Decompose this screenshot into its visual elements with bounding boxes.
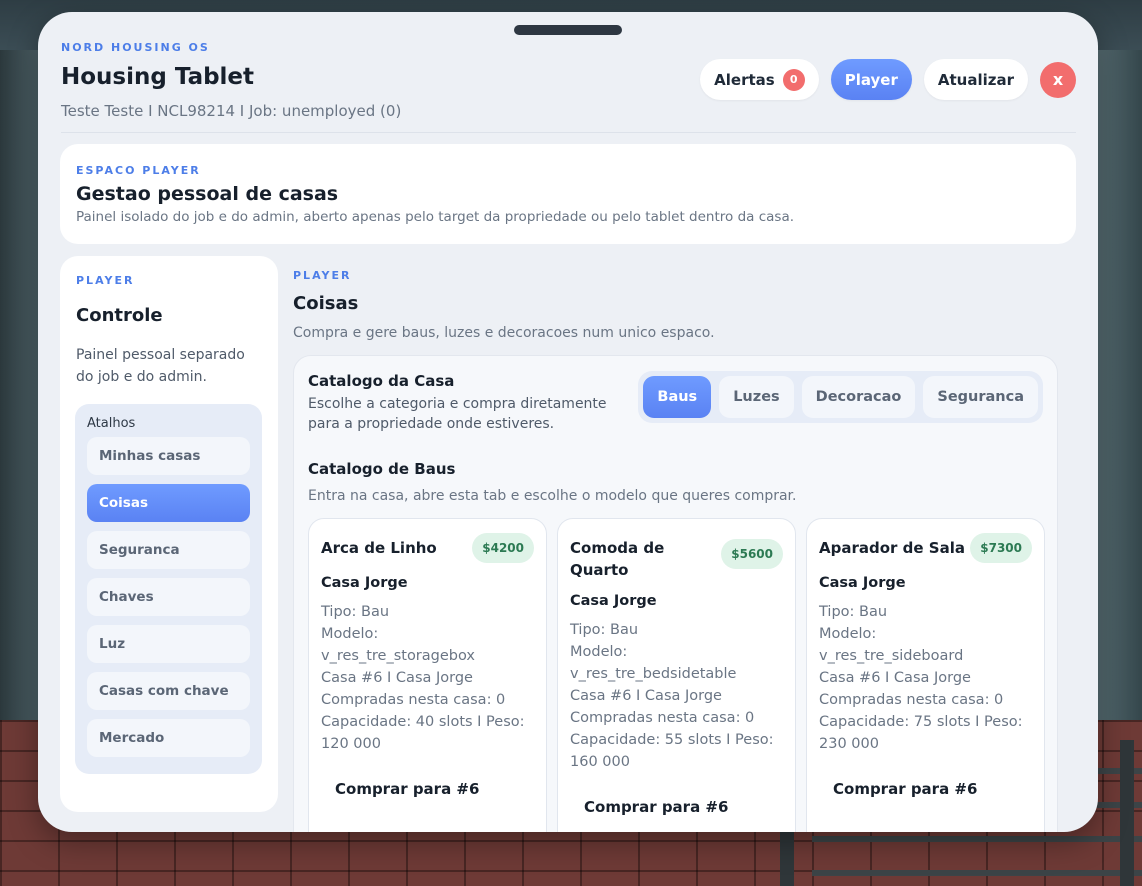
housing-tablet: NORD HOUSING OS Housing Tablet Teste Tes… (38, 12, 1098, 832)
sidebar-item-coisas[interactable]: Coisas (87, 484, 250, 522)
product-cards: Arca de Linho $4200 Casa Jorge Tipo: Bau… (308, 518, 1045, 832)
product-location: Casa #6 I Casa Jorge (570, 688, 722, 704)
product-model: v_res_tre_sideboard (819, 648, 964, 664)
background-pillar-left (0, 50, 40, 730)
player-space-card: ESPACO PLAYER Gestao pessoal de casas Pa… (60, 144, 1076, 244)
product-details: Tipo: Bau Modelo: v_res_tre_storagebox C… (321, 601, 534, 755)
buy-button[interactable]: Comprar para #6 (570, 791, 783, 823)
header-actions: Alertas 0 Player Atualizar x (700, 59, 1076, 100)
background-pillar-right (1092, 50, 1142, 770)
product-model-label: Modelo: (321, 626, 379, 642)
sidebar-item-chaves[interactable]: Chaves (87, 578, 250, 616)
product-bought-count: Compradas nesta casa: 0 (321, 692, 506, 708)
buy-button[interactable]: Comprar para #6 (321, 773, 534, 805)
sidebar-item-luz[interactable]: Luz (87, 625, 250, 663)
product-weight: 230 000 (819, 736, 879, 752)
tab-baus[interactable]: Baus (643, 376, 712, 418)
sidebar-item-casas-com-chave[interactable]: Casas com chave (87, 672, 250, 710)
product-bought-count: Compradas nesta casa: 0 (819, 692, 1004, 708)
catalog-description: Escolhe a categoria e compra diretamente… (308, 396, 607, 432)
product-model-label: Modelo: (819, 626, 877, 642)
product-location: Casa #6 I Casa Jorge (819, 670, 971, 686)
alerts-label: Alertas (714, 70, 775, 89)
product-card: Aparador de Sala $7300 Casa Jorge Tipo: … (806, 518, 1045, 832)
price-badge: $4200 (472, 533, 534, 563)
sidebar-item-seguranca[interactable]: Seguranca (87, 531, 250, 569)
product-weight: 160 000 (570, 754, 630, 770)
product-card: Comoda de Quarto $5600 Casa Jorge Tipo: … (557, 518, 796, 832)
product-name: Aparador de Sala (819, 539, 965, 557)
drag-handle[interactable] (514, 25, 622, 35)
sidebar-eyebrow: PLAYER (76, 274, 135, 287)
buy-button[interactable]: Comprar para #6 (819, 773, 1032, 805)
product-model-label: Modelo: (570, 644, 628, 660)
price-badge: $7300 (970, 533, 1032, 563)
refresh-button[interactable]: Atualizar (923, 59, 1028, 100)
product-location: Casa #6 I Casa Jorge (321, 670, 473, 686)
product-name: Arca de Linho (321, 539, 437, 557)
section-description: Entra na casa, abre esta tab e escolhe o… (308, 488, 797, 504)
product-type: Tipo: Bau (819, 604, 888, 620)
main-description: Compra e gere baus, luzes e decoracoes n… (293, 325, 715, 341)
product-card: Arca de Linho $4200 Casa Jorge Tipo: Bau… (308, 518, 547, 832)
space-description: Painel isolado do job e do admin, aberto… (76, 209, 795, 225)
main-eyebrow: PLAYER (293, 269, 352, 282)
product-type: Tipo: Bau (321, 604, 390, 620)
page-title: Housing Tablet (61, 64, 255, 90)
shortcuts-label: Atalhos (87, 416, 136, 431)
player-button[interactable]: Player (830, 59, 912, 100)
tab-luzes[interactable]: Luzes (719, 376, 794, 418)
product-capacity: Capacidade: 55 slots I Peso: (570, 732, 774, 748)
space-title: Gestao pessoal de casas (76, 183, 339, 205)
product-details: Tipo: Bau Modelo: v_res_tre_sideboard Ca… (819, 601, 1032, 755)
product-bought-count: Compradas nesta casa: 0 (570, 710, 755, 726)
product-house: Casa Jorge (819, 575, 906, 591)
brand-label: NORD HOUSING OS (61, 41, 210, 54)
catalog-panel: Catalogo da Casa Escolhe a categoria e c… (293, 355, 1058, 832)
sidebar-description: Painel pessoal separado do job e do admi… (76, 347, 245, 385)
player-info: Teste Teste I NCL98214 I Job: unemployed… (61, 102, 402, 120)
main-content: PLAYER Coisas Compra e gere baus, luzes … (293, 256, 1068, 832)
tab-seguranca[interactable]: Seguranca (923, 376, 1038, 418)
product-model: v_res_tre_bedsidetable (570, 666, 737, 682)
product-type: Tipo: Bau (570, 622, 639, 638)
product-capacity: Capacidade: 40 slots I Peso: (321, 714, 525, 730)
product-name: Comoda de Quarto (570, 539, 665, 579)
category-tabs: Baus Luzes Decoracao Seguranca (638, 371, 1043, 423)
product-house: Casa Jorge (570, 593, 657, 609)
catalog-title: Catalogo da Casa (308, 372, 455, 390)
header-divider (61, 132, 1076, 133)
price-badge: $5600 (721, 539, 783, 569)
section-title: Catalogo de Baus (308, 460, 456, 478)
product-weight: 120 000 (321, 736, 381, 752)
product-capacity: Capacidade: 75 slots I Peso: (819, 714, 1023, 730)
sidebar-item-minhas-casas[interactable]: Minhas casas (87, 437, 250, 475)
product-house: Casa Jorge (321, 575, 408, 591)
tab-decoracao[interactable]: Decoracao (801, 376, 916, 418)
close-button[interactable]: x (1040, 61, 1076, 98)
alerts-count-badge: 0 (782, 68, 805, 91)
space-eyebrow: ESPACO PLAYER (76, 164, 201, 177)
sidebar-title: Controle (76, 305, 163, 326)
sidebar: PLAYER Controle Painel pessoal separado … (60, 256, 278, 812)
sidebar-item-mercado[interactable]: Mercado (87, 719, 250, 757)
product-details: Tipo: Bau Modelo: v_res_tre_bedsidetable… (570, 619, 783, 773)
main-title: Coisas (293, 293, 359, 314)
alerts-button[interactable]: Alertas 0 (700, 59, 819, 100)
shortcuts-panel: Atalhos Minhas casas Coisas Seguranca Ch… (75, 404, 262, 774)
product-model: v_res_tre_storagebox (321, 648, 475, 664)
background-railing-post (1120, 740, 1134, 886)
